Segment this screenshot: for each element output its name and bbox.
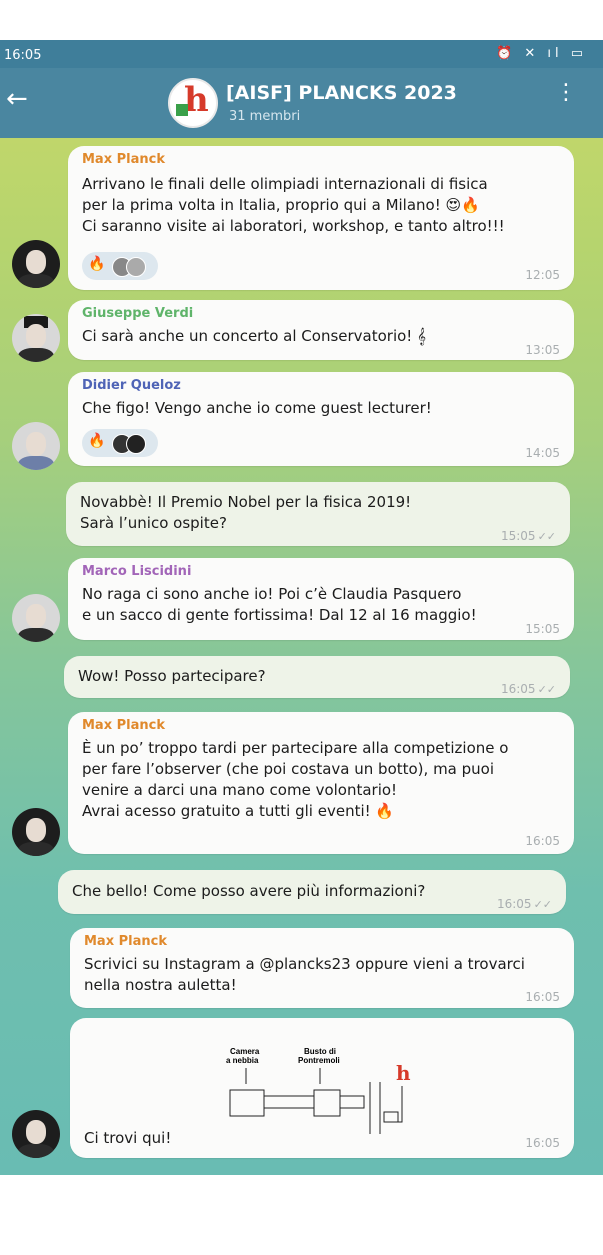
message-time: 16:05 ✓✓	[497, 897, 552, 911]
message-bubble[interactable]: Max Planck È un po’ troppo tardi per par…	[68, 712, 574, 854]
message-sender: Max Planck	[82, 152, 165, 167]
message-sender: Didier Queloz	[82, 378, 181, 393]
message-bubble-map[interactable]: Camera a nebbia Busto di Pontremoli h Ci…	[70, 1018, 574, 1158]
message-text: Wow! Posso partecipare?	[78, 667, 266, 685]
fire-icon: 🔥	[88, 256, 106, 272]
message-text: È un po’ troppo tardi per partecipare al…	[82, 739, 509, 820]
avatar	[126, 257, 146, 277]
message-text: Che figo! Vengo anche io come guest lect…	[82, 399, 432, 417]
message-text: Ci sarà anche un concerto al Conservator…	[82, 327, 426, 345]
message-time: 12:05	[525, 268, 560, 282]
map-room	[383, 1111, 399, 1123]
avatar	[126, 434, 146, 454]
status-bar: 16:05 ⏰ ✕ ıl ▭	[0, 40, 603, 68]
outgoing-message-bubble[interactable]: Wow! Posso partecipare? 16:05 ✓✓	[64, 656, 570, 698]
message-text: Ci trovi qui!	[84, 1129, 172, 1147]
message-time: 16:05 ✓✓	[501, 682, 556, 696]
message-bubble[interactable]: Marco Liscidini No raga ci sono anche io…	[68, 558, 574, 640]
message-sender: Marco Liscidini	[82, 564, 192, 579]
message-time-value: 16:05	[500, 682, 536, 696]
message-text: Che bello! Come posso avere più informaz…	[72, 882, 426, 900]
message-bubble[interactable]: Max Planck Scrivici su Instagram a @plan…	[70, 928, 574, 1008]
double-check-icon: ✓✓	[537, 683, 556, 696]
double-check-icon: ✓✓	[537, 530, 556, 543]
reaction-avatars	[112, 257, 148, 277]
map-room	[313, 1089, 341, 1117]
map-label-nebbia: a nebbia	[226, 1056, 259, 1065]
status-icons: ⏰ ✕ ıl ▭	[496, 46, 587, 61]
message-time: 16:05	[525, 990, 560, 1004]
message-text: No raga ci sono anche io! Poi c’è Claudi…	[82, 585, 477, 624]
message-time: 16:05	[525, 834, 560, 848]
message-time: 16:05	[525, 1136, 560, 1150]
message-time: 15:05 ✓✓	[501, 529, 556, 543]
chat-screen: 16:05 ⏰ ✕ ıl ▭ ← h [AISF] PLANCKS 2023 3…	[0, 40, 603, 1175]
status-time: 16:05	[4, 48, 42, 63]
avatar-max-planck[interactable]	[12, 1110, 60, 1158]
message-text: Scrivici su Instagram a @plancks23 oppur…	[84, 955, 525, 994]
message-time: 13:05	[525, 343, 560, 357]
plancks-logo-mark	[176, 104, 188, 116]
message-reactions[interactable]: 🔥	[82, 252, 158, 280]
plancks-logo-icon: h	[396, 1061, 411, 1085]
message-text: Novabbè! Il Premio Nobel per la fisica 2…	[80, 493, 412, 532]
fire-icon: 🔥	[88, 433, 106, 449]
message-sender: Max Planck	[84, 934, 167, 949]
message-time-value: 16:05	[496, 897, 532, 911]
message-bubble[interactable]: Max Planck Arrivano le finali delle olim…	[68, 146, 574, 290]
double-check-icon: ✓✓	[533, 898, 552, 911]
map-corridor	[263, 1095, 315, 1109]
map-label-pontremoli: Pontremoli	[298, 1056, 340, 1065]
building-map[interactable]: Camera a nebbia Busto di Pontremoli h	[220, 1042, 420, 1142]
message-bubble[interactable]: Didier Queloz Che figo! Vengo anche io c…	[68, 372, 574, 466]
map-room	[229, 1089, 265, 1117]
message-time: 14:05	[525, 446, 560, 460]
message-bubble[interactable]: Giuseppe Verdi Ci sarà anche un concerto…	[68, 300, 574, 360]
message-sender: Max Planck	[82, 718, 165, 733]
avatar-marco-liscidini[interactable]	[12, 594, 60, 642]
message-text: Arrivano le finali delle olimpiadi inter…	[82, 175, 505, 235]
outgoing-message-bubble[interactable]: Novabbè! Il Premio Nobel per la fisica 2…	[66, 482, 570, 546]
avatar-max-planck[interactable]	[12, 808, 60, 856]
map-label-busto: Busto di	[304, 1047, 336, 1056]
more-vert-icon[interactable]: ⋮	[555, 80, 577, 105]
message-sender: Giuseppe Verdi	[82, 306, 194, 321]
outgoing-message-bubble[interactable]: Che bello! Come posso avere più informaz…	[58, 870, 566, 914]
map-corridor	[339, 1095, 365, 1109]
avatar-didier-queloz[interactable]	[12, 422, 60, 470]
map-arrow	[396, 1086, 403, 1123]
message-reactions[interactable]: 🔥	[82, 429, 158, 457]
message-time: 15:05	[525, 622, 560, 636]
avatar-giuseppe-verdi[interactable]	[12, 314, 60, 362]
message-time-value: 15:05	[500, 529, 536, 543]
map-label-camera: Camera	[230, 1047, 260, 1056]
arrow-left-icon[interactable]: ←	[6, 86, 28, 112]
member-count: 31 membri	[229, 109, 301, 124]
reaction-avatars	[112, 434, 148, 454]
chat-header: ← h [AISF] PLANCKS 2023 31 membri ⋮	[0, 68, 603, 138]
avatar-max-planck[interactable]	[12, 240, 60, 288]
group-title[interactable]: [AISF] PLANCKS 2023	[226, 82, 457, 104]
group-avatar[interactable]: h	[168, 78, 218, 128]
